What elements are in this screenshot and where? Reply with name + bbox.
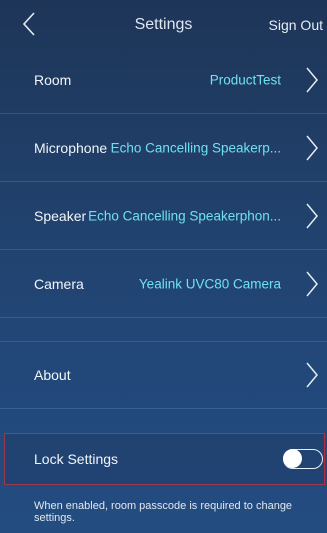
room-label: Room <box>34 71 72 88</box>
speaker-value: Echo Cancelling Speakerphon... <box>88 208 281 223</box>
microphone-row[interactable]: Microphone Echo Cancelling Speakerp... <box>0 114 327 182</box>
camera-value: Yealink UVC80 Camera <box>138 276 281 291</box>
speaker-row[interactable]: Speaker Echo Cancelling Speakerphon... <box>0 182 327 250</box>
sign-out-button[interactable]: Sign Out <box>269 17 323 33</box>
chevron-right-icon <box>305 135 319 161</box>
toggle-knob <box>283 449 302 468</box>
lock-settings-toggle[interactable] <box>283 449 323 469</box>
camera-label: Camera <box>34 275 84 292</box>
section-spacer <box>0 318 327 342</box>
chevron-right-icon <box>305 362 319 388</box>
lock-settings-row: Lock Settings <box>4 433 325 485</box>
about-row[interactable]: About <box>0 341 327 409</box>
room-value: ProductTest <box>209 72 281 87</box>
about-label: About <box>34 366 71 383</box>
chevron-right-icon <box>305 271 319 297</box>
header-bar: Settings Sign Out <box>0 0 327 46</box>
speaker-label: Speaker <box>34 207 87 224</box>
room-row[interactable]: Room ProductTest <box>0 46 327 114</box>
chevron-right-icon <box>305 203 319 229</box>
lock-settings-help-text: When enabled, room passcode is required … <box>34 500 293 524</box>
microphone-label: Microphone <box>34 139 108 156</box>
microphone-value: Echo Cancelling Speakerp... <box>110 140 281 155</box>
lock-settings-label: Lock Settings <box>34 451 119 467</box>
chevron-right-icon <box>305 67 319 93</box>
camera-row[interactable]: Camera Yealink UVC80 Camera <box>0 250 327 318</box>
